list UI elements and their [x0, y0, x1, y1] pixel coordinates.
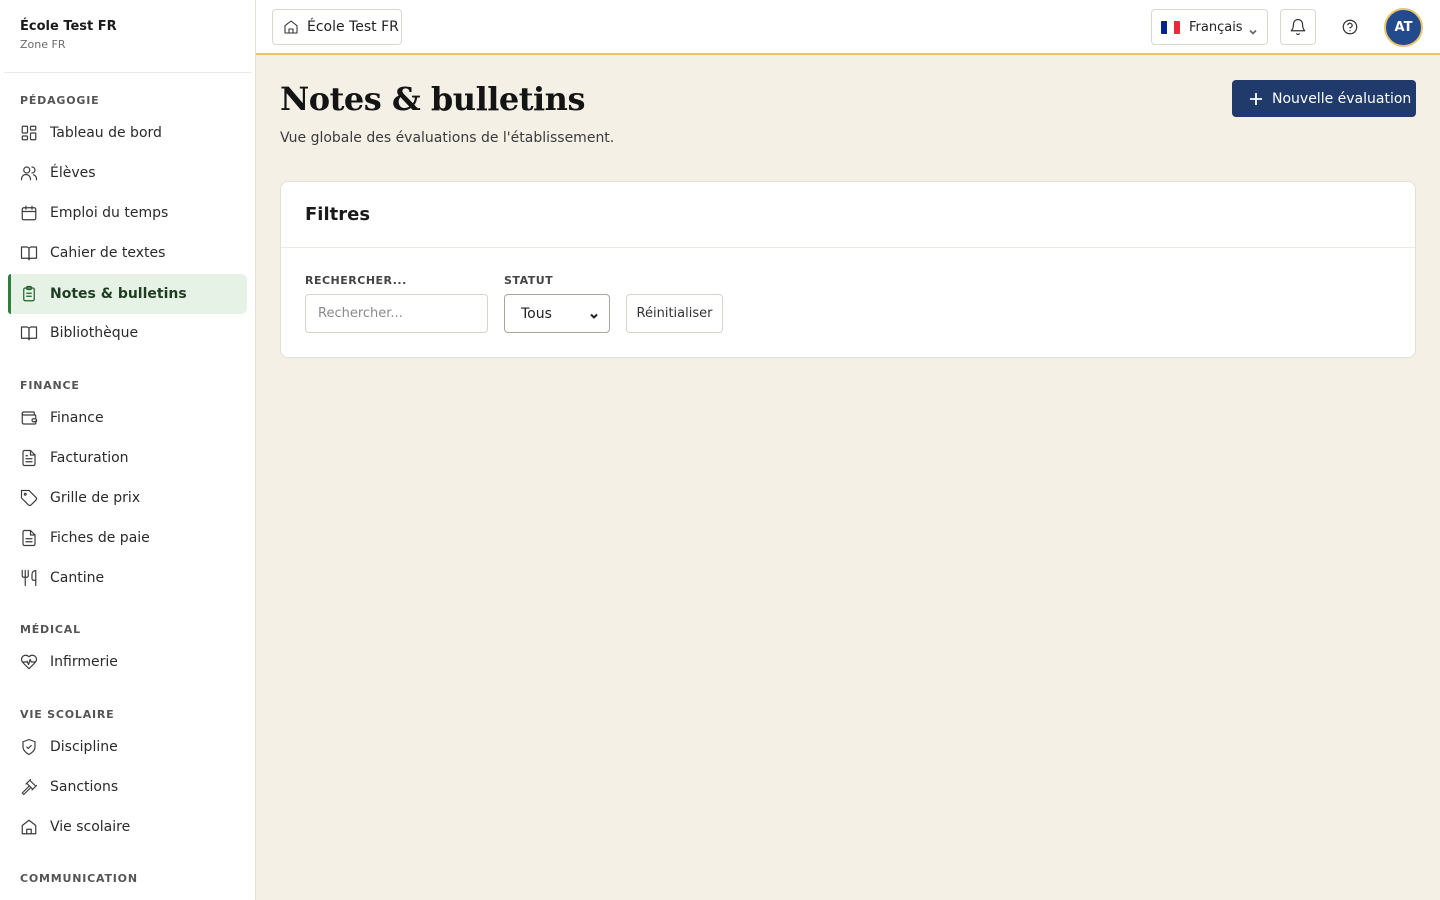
- tag-icon: [20, 489, 38, 507]
- help-circle-icon: [1342, 19, 1358, 35]
- section-label-communication: COMMUNICATION: [20, 872, 138, 885]
- new-evaluation-button[interactable]: Nouvelle évaluation: [1232, 80, 1416, 117]
- filters-card: Filtres RECHERCHER... STATUT Tous Réinit…: [280, 181, 1416, 358]
- sidebar-item-infirmerie[interactable]: Infirmerie: [8, 642, 247, 682]
- section-label-finance: FINANCE: [20, 379, 80, 392]
- user-avatar[interactable]: AT: [1384, 8, 1423, 47]
- filters-title: Filtres: [305, 204, 371, 225]
- sidebar-item-label: Discipline: [50, 739, 118, 755]
- divider: [4, 72, 252, 73]
- school-name: École Test FR: [20, 19, 117, 34]
- sidebar-item-label: Finance: [50, 410, 104, 426]
- section-label-vie-scolaire: VIE SCOLAIRE: [20, 708, 115, 721]
- book-open-icon: [20, 324, 38, 342]
- plus-icon: [1250, 92, 1262, 105]
- sidebar-item-label: Sanctions: [50, 779, 119, 795]
- section-label-pedagogie: PÉDAGOGIE: [20, 94, 100, 107]
- sidebar-item-label: Élèves: [50, 165, 96, 181]
- language-select[interactable]: Français: [1151, 9, 1268, 45]
- heart-pulse-icon: [20, 653, 38, 671]
- sidebar-item-label: Bibliothèque: [50, 325, 139, 341]
- chevron-down-icon: [1248, 22, 1258, 35]
- sidebar-item-sanctions[interactable]: Sanctions: [8, 767, 247, 807]
- sidebar-item-vie-scolaire[interactable]: Vie scolaire: [8, 807, 247, 847]
- gavel-icon: [20, 778, 38, 796]
- school-icon: [284, 20, 298, 34]
- sidebar-item-label: Tableau de bord: [50, 125, 162, 141]
- reset-button[interactable]: Réinitialiser: [626, 294, 723, 333]
- wallet-icon: [20, 409, 38, 427]
- brand: École Test FR Zone FR: [20, 19, 250, 51]
- sidebar-item-fiches-de-paie[interactable]: Fiches de paie: [8, 518, 247, 558]
- page-subtitle: Vue globale des évaluations de l'établis…: [280, 130, 615, 146]
- sidebar-item-label: Grille de prix: [50, 490, 141, 506]
- sidebar-item-bibliotheque[interactable]: Bibliothèque: [8, 313, 247, 353]
- new-evaluation-label: Nouvelle évaluation: [1272, 90, 1412, 107]
- sidebar-item-notes-bulletins[interactable]: Notes & bulletins: [8, 274, 247, 314]
- sidebar-item-finance[interactable]: Finance: [8, 398, 247, 438]
- section-label-medical: MÉDICAL: [20, 623, 81, 636]
- sidebar-item-label: Infirmerie: [50, 654, 118, 670]
- file-icon: [20, 529, 38, 547]
- sidebar-item-label: Vie scolaire: [50, 819, 131, 835]
- search-input[interactable]: [305, 294, 488, 333]
- file-text-icon: [20, 449, 38, 467]
- sidebar-item-emploi-du-temps[interactable]: Emploi du temps: [8, 193, 247, 233]
- sidebar-item-facturation[interactable]: Facturation: [8, 438, 247, 478]
- chevron-down-icon: [589, 309, 599, 325]
- divider: [281, 247, 1415, 248]
- app-root: École Test FR Zone FR PÉDAGOGIE Tableau …: [0, 0, 1440, 900]
- utensils-icon: [20, 569, 38, 587]
- shield-check-icon: [20, 738, 38, 756]
- sidebar-item-label: Facturation: [50, 450, 129, 466]
- users-icon: [20, 164, 38, 182]
- sidebar-item-label: Cahier de textes: [50, 245, 166, 261]
- sidebar-item-eleves[interactable]: Élèves: [8, 153, 247, 193]
- book-icon: [20, 244, 38, 262]
- school-icon: [20, 818, 38, 836]
- bell-icon: [1290, 18, 1306, 36]
- sidebar-item-grille-de-prix[interactable]: Grille de prix: [8, 478, 247, 518]
- clipboard-icon: [20, 285, 38, 303]
- help-button[interactable]: [1332, 9, 1368, 45]
- status-select-value: Tous: [521, 305, 552, 322]
- language-label: Français: [1189, 19, 1243, 35]
- status-label: STATUT: [504, 274, 554, 287]
- sidebar-item-cahier-de-textes[interactable]: Cahier de textes: [8, 233, 247, 273]
- school-switcher-label: École Test FR: [307, 19, 399, 35]
- sidebar-item-discipline[interactable]: Discipline: [8, 727, 247, 767]
- school-zone: Zone FR: [20, 38, 66, 51]
- notifications-button[interactable]: [1280, 9, 1316, 45]
- sidebar: École Test FR Zone FR PÉDAGOGIE Tableau …: [0, 0, 256, 900]
- status-select[interactable]: Tous: [504, 294, 610, 333]
- dashboard-icon: [20, 124, 38, 142]
- sidebar-item-label: Cantine: [50, 570, 105, 586]
- page-title: Notes & bulletins: [280, 80, 585, 118]
- search-label: RECHERCHER...: [305, 274, 407, 287]
- sidebar-item-label: Emploi du temps: [50, 205, 169, 221]
- calendar-icon: [20, 204, 38, 222]
- sidebar-item-tableau-de-bord[interactable]: Tableau de bord: [8, 113, 247, 153]
- topbar: École Test FR Français AT: [256, 0, 1440, 55]
- sidebar-item-cantine[interactable]: Cantine: [8, 558, 247, 598]
- sidebar-item-label: Fiches de paie: [50, 530, 150, 546]
- sidebar-item-label: Notes & bulletins: [50, 286, 187, 302]
- france-flag-icon: [1161, 20, 1180, 34]
- school-switcher[interactable]: École Test FR: [272, 9, 402, 45]
